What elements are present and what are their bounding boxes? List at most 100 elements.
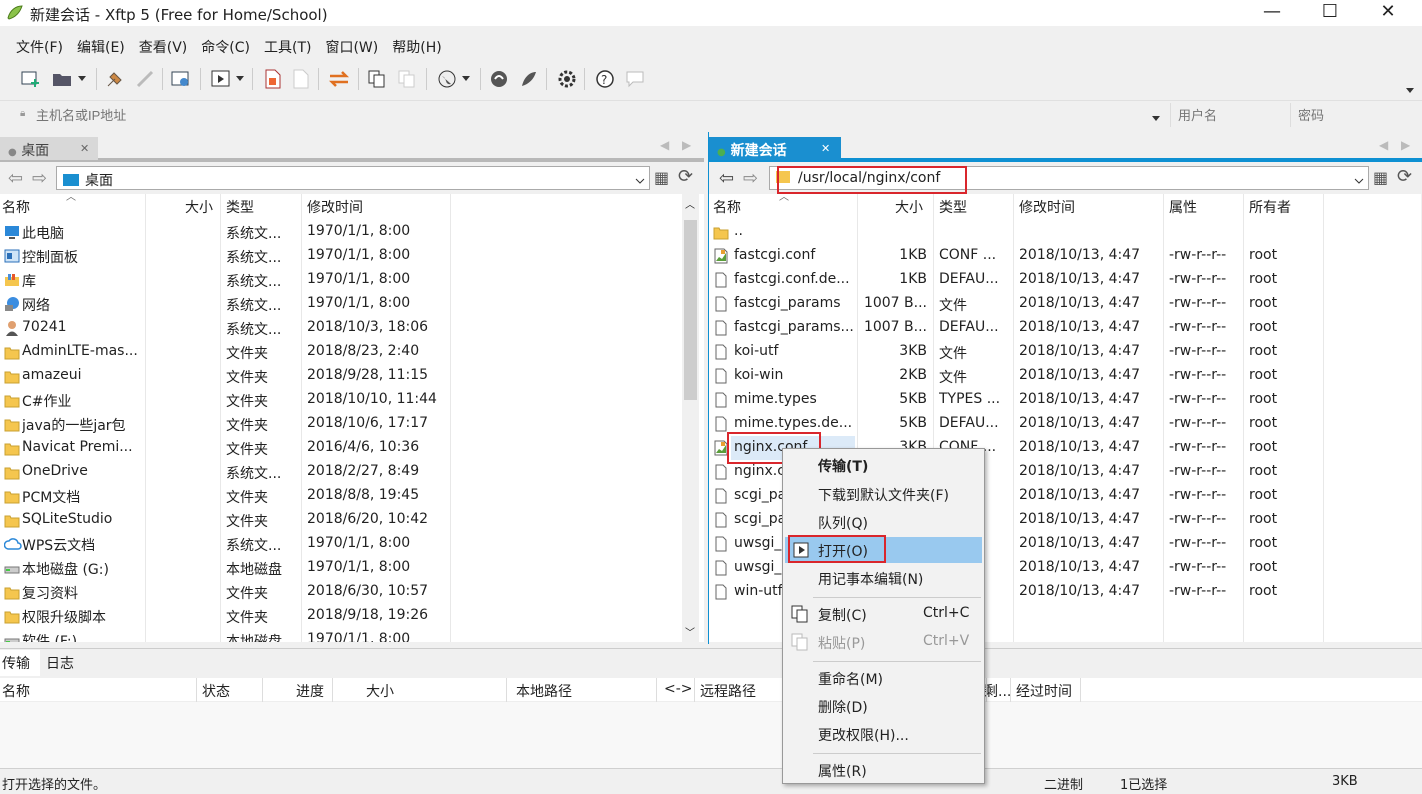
list-item[interactable]: 本地磁盘 (G:) 本地磁盘 1970/1/1, 8:00 [0,556,680,580]
list-item[interactable]: koi-utf 3KB 文件 2018/10/13, 4:47 -rw-r--r-- ro… [709,340,1421,364]
tab-desktop[interactable]: ● 桌面 ✕ [0,137,98,160]
password-input[interactable] [1298,104,1408,126]
list-item[interactable]: 70241 系统文... 2018/10/3, 18:06 [0,316,680,340]
chevron-down-icon[interactable]: ﹀ [685,624,695,639]
menu-item-0[interactable]: 文件(F) [16,37,63,57]
list-item[interactable]: 此电脑 系统文... 1970/1/1, 8:00 [0,220,680,244]
list-item[interactable]: 权限升级脚本 文件夹 2018/9/18, 19:26 [0,604,680,628]
close-button[interactable]: ✕ [1358,0,1418,26]
list-item[interactable]: amazeui 文件夹 2018/9/28, 11:15 [0,364,680,388]
column-header[interactable]: 大小 [185,197,213,217]
connect-icon[interactable] [104,68,126,90]
list-item[interactable]: AdminLTE-mas... 文件夹 2018/8/23, 2:40 [0,340,680,364]
local-path-combo[interactable]: 桌面 [56,166,650,190]
chevron-down-icon[interactable] [1152,110,1160,126]
tab-new-session[interactable]: ● 新建会话 ✕ [709,137,841,160]
column-header[interactable]: 修改时间 [1019,197,1075,217]
chevron-up-icon[interactable]: ︿ [685,196,695,211]
column-header[interactable]: 名称 [713,197,741,217]
gear-icon[interactable] [556,68,578,90]
back-arrow-icon[interactable]: ⇦ [8,168,23,189]
menu-item-1[interactable]: 编辑(E) [77,37,125,57]
xshell-icon[interactable] [488,68,510,90]
list-item[interactable]: PCM文档 文件夹 2018/8/8, 19:45 [0,484,680,508]
refresh-icon[interactable]: ⟳ [678,166,693,187]
menu-item-3[interactable]: 命令(C) [201,37,250,57]
transfer-column-header[interactable]: 剩... [984,681,1011,701]
context-item-6[interactable]: 复制(C) Ctrl+C [785,601,982,627]
transfer-column-header[interactable]: 名称 [2,681,30,701]
context-item-0[interactable]: 传输(T) [785,452,982,478]
chevron-down-icon[interactable] [234,68,246,90]
menu-item-4[interactable]: 工具(T) [264,37,311,57]
context-item-4[interactable]: 用记事本编辑(N) [785,565,982,591]
transfer-column-header[interactable]: 大小 [366,681,394,701]
column-header[interactable]: 所有者 [1249,197,1291,217]
maximize-button[interactable]: ☐ [1300,0,1360,26]
column-header[interactable]: 类型 [226,197,254,217]
host-input[interactable] [36,104,1166,126]
chevron-right-icon[interactable]: ▶ [1401,138,1410,152]
transfer-column-header[interactable]: 本地路径 [516,681,572,701]
context-item-11[interactable]: 更改权限(H)... [785,721,982,747]
transfer-column-header[interactable]: 进度 [296,681,324,701]
list-item[interactable]: Navicat Premi... 文件夹 2016/4/6, 10:36 [0,436,680,460]
scroll-thumb[interactable] [684,220,697,400]
list-item[interactable]: fastcgi_params 1007 B... 文件 2018/10/13, 4:4… [709,292,1421,316]
chevron-down-icon[interactable] [1406,82,1414,98]
username-input[interactable] [1178,104,1288,126]
list-item[interactable]: 库 系统文... 1970/1/1, 8:00 [0,268,680,292]
xftp-icon[interactable] [518,68,540,90]
properties-icon[interactable] [170,68,192,90]
list-item[interactable]: .. [709,220,1421,244]
list-item[interactable]: mime.types 5KB TYPES ... 2018/10/13, 4:47 -r… [709,388,1421,412]
transfer-column-header[interactable]: 远程路径 [700,681,756,701]
folder-actions-icon[interactable]: ▦ [654,168,669,187]
menu-item-6[interactable]: 帮助(H) [392,37,441,57]
list-item[interactable]: 控制面板 系统文... 1970/1/1, 8:00 [0,244,680,268]
new-session-icon[interactable] [20,68,42,90]
sync-icon[interactable] [328,68,350,90]
column-header[interactable]: 大小 [895,197,923,217]
context-item-13[interactable]: 属性(R) [785,757,982,783]
new-file-icon[interactable] [262,68,284,90]
tab-transfer[interactable]: 传输 [0,650,40,676]
column-header[interactable]: 属性 [1169,197,1197,217]
context-item-10[interactable]: 删除(D) [785,693,982,719]
minimize-button[interactable]: — [1242,0,1302,26]
chevron-down-icon[interactable] [635,173,645,189]
list-item[interactable]: WPS云文档 系统文... 1970/1/1, 8:00 [0,532,680,556]
context-item-1[interactable]: 下载到默认文件夹(F) [785,481,982,507]
globe-icon[interactable] [436,68,458,90]
open-folder-icon[interactable] [52,68,74,90]
forward-arrow-icon[interactable]: ⇨ [743,168,758,189]
column-header[interactable]: 名称 [2,197,30,217]
chevron-down-icon[interactable] [76,68,88,90]
context-item-9[interactable]: 重命名(M) [785,665,982,691]
forward-arrow-icon[interactable]: ⇨ [32,168,47,189]
menu-item-2[interactable]: 查看(V) [139,37,188,57]
list-item[interactable]: java的一些jar包 文件夹 2018/10/6, 17:17 [0,412,680,436]
copy-icon[interactable] [366,68,388,90]
chevron-down-icon[interactable] [1354,173,1364,189]
chevron-down-icon[interactable] [460,68,472,90]
transfer-column-header[interactable]: 状态 [202,681,230,701]
list-item[interactable]: fastcgi_params... 1007 B... DEFAU... 2018/1… [709,316,1421,340]
list-item[interactable]: OneDrive 系统文... 2018/2/27, 8:49 [0,460,680,484]
list-item[interactable]: 复习资料 文件夹 2018/6/30, 10:57 [0,580,680,604]
folder-actions-icon[interactable]: ▦ [1373,168,1388,187]
list-item[interactable]: 网络 系统文... 1970/1/1, 8:00 [0,292,680,316]
transfer-column-header[interactable]: 经过时间 [1016,681,1072,701]
list-item[interactable]: fastcgi.conf 1KB CONF ... 2018/10/13, 4:47 -… [709,244,1421,268]
close-icon[interactable]: ✕ [80,142,89,155]
tab-log[interactable]: 日志 [46,653,74,673]
chevron-left-icon[interactable]: ◀ [660,138,669,152]
help-icon[interactable]: ? [594,68,616,90]
column-header[interactable]: 类型 [939,197,967,217]
list-item[interactable]: fastcgi.conf.de... 1KB DEFAU... 2018/10/13,… [709,268,1421,292]
terminal-icon[interactable] [210,68,232,90]
chevron-right-icon[interactable]: ▶ [682,138,691,152]
list-item[interactable]: 软件 (F:) 本地磁盘 1970/1/1, 8:00 [0,628,680,642]
chevron-left-icon[interactable]: ◀ [1379,138,1388,152]
column-header[interactable]: 修改时间 [307,197,363,217]
